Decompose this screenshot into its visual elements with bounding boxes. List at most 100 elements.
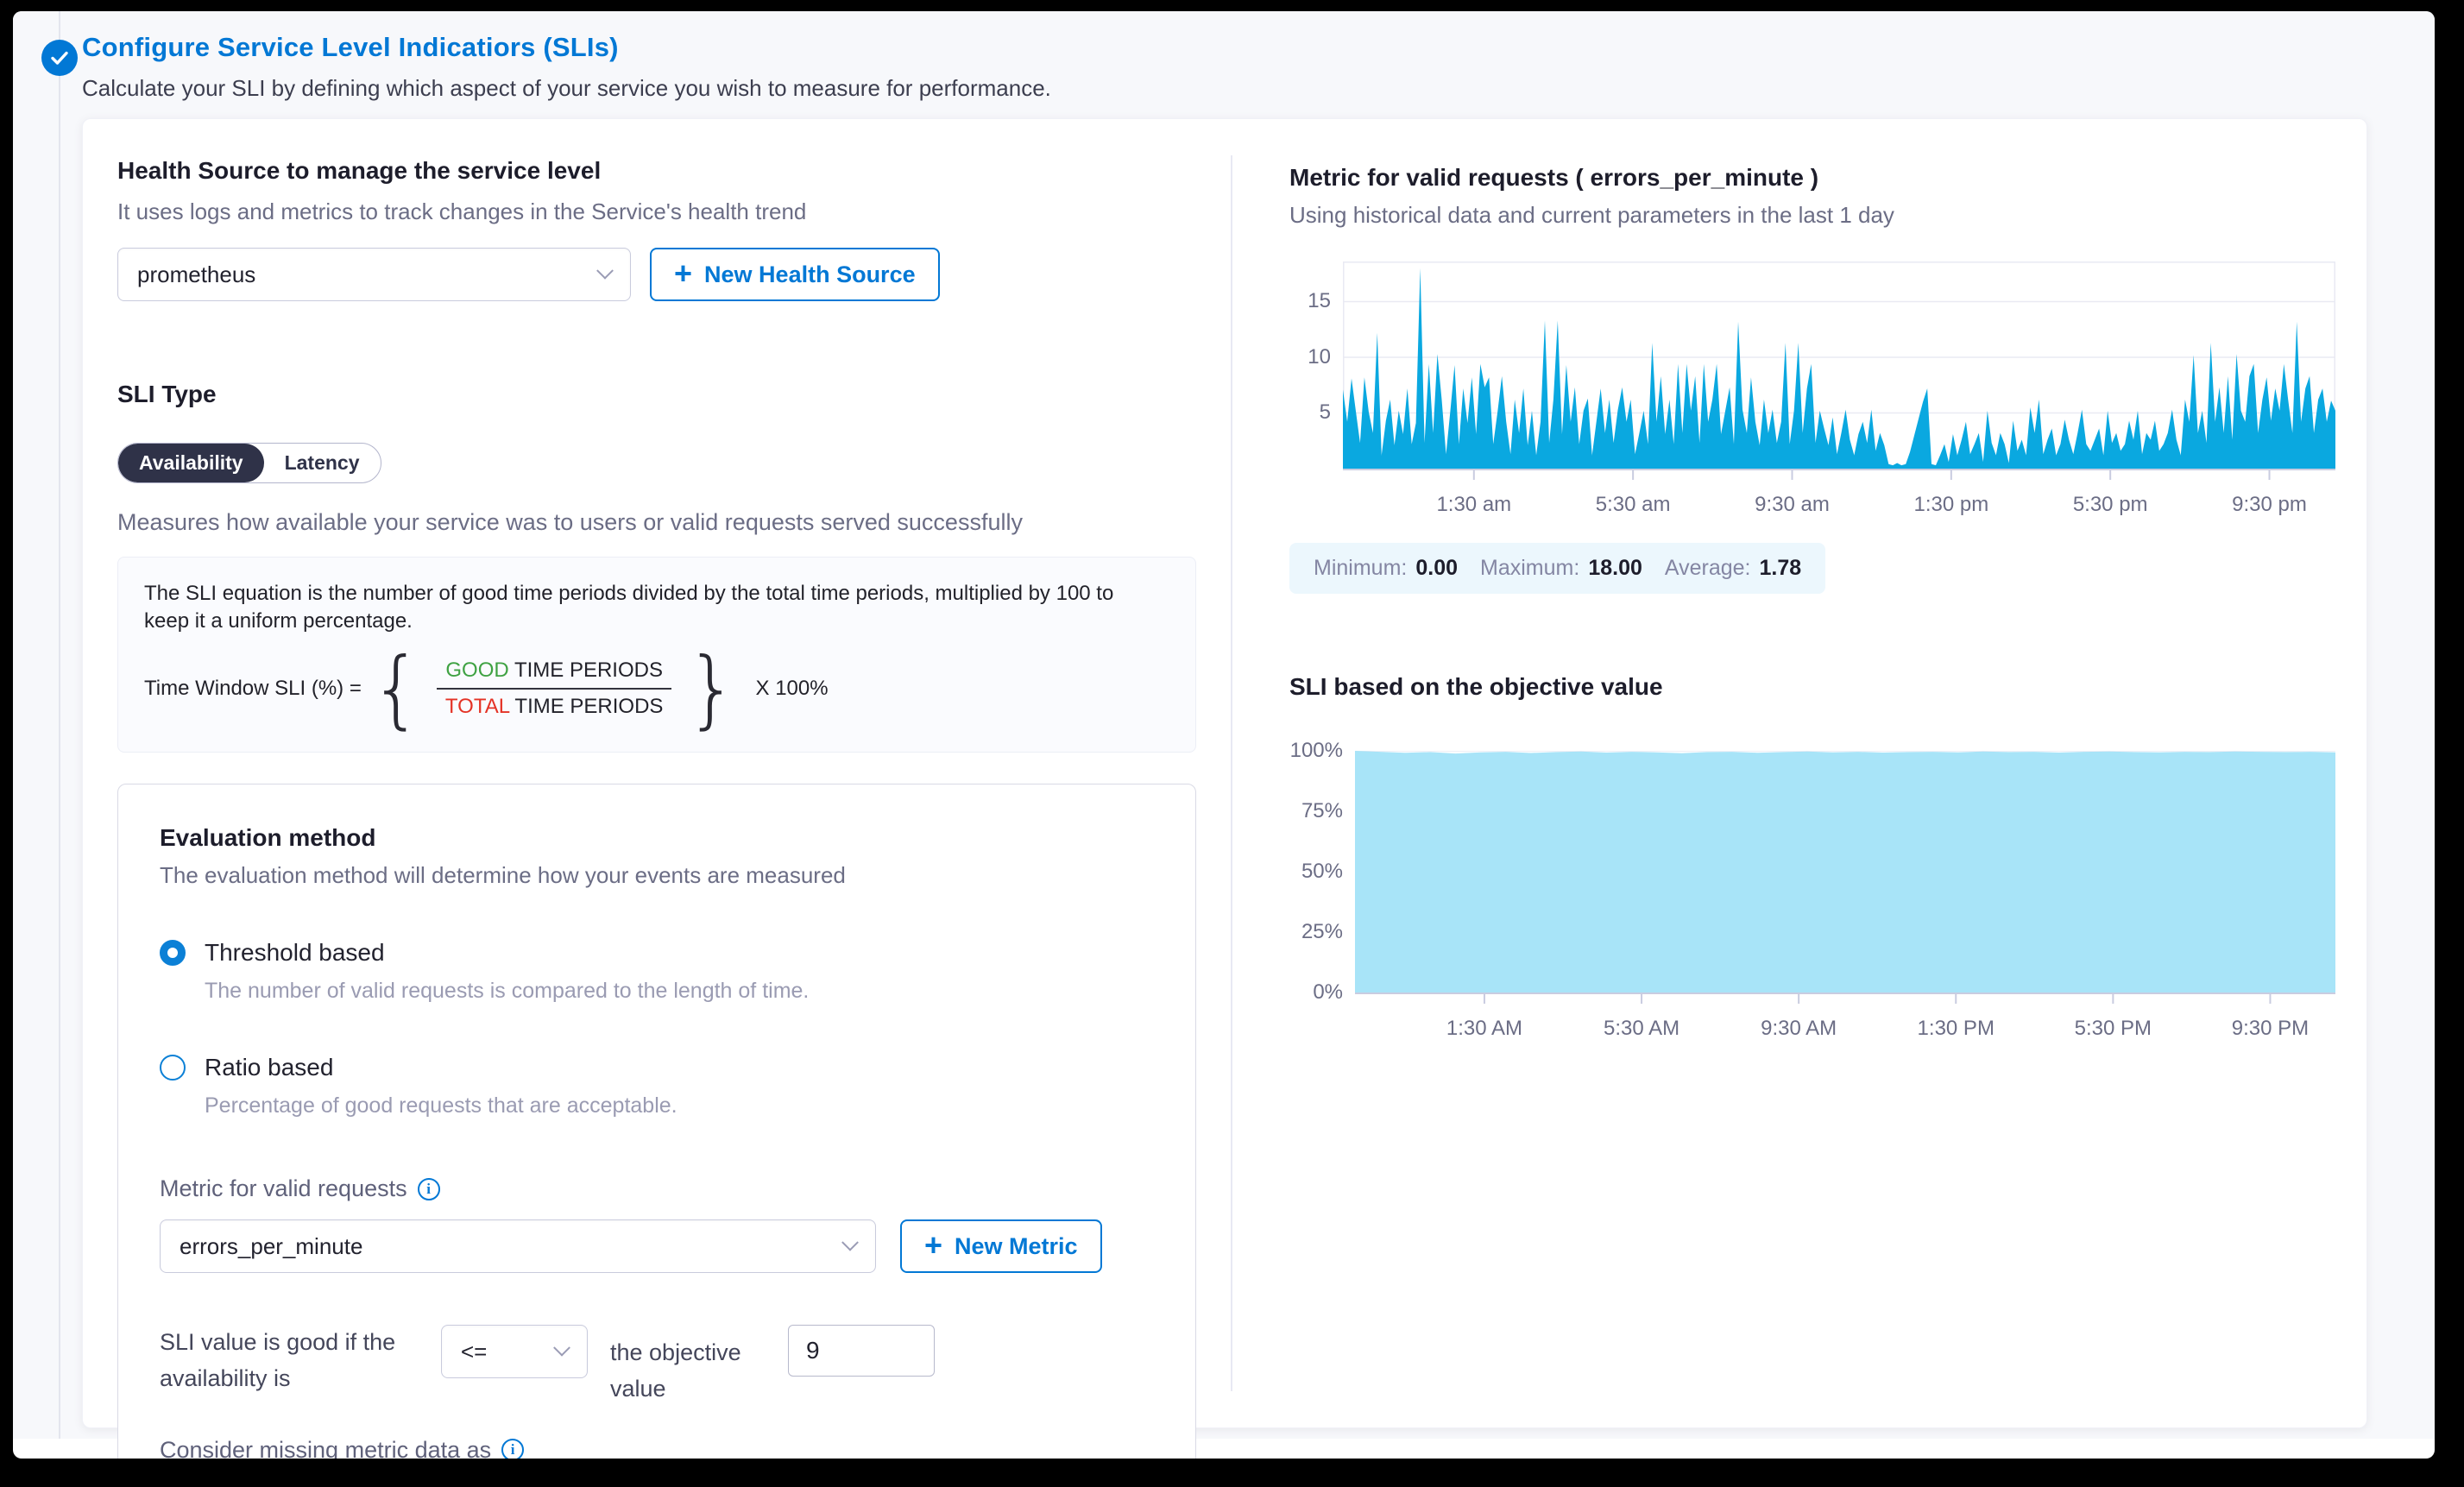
health-source-heading: Health Source to manage the service leve… [117,157,1196,185]
page-subtitle: Calculate your SLI by defining which asp… [82,75,1051,102]
page-title: Configure Service Level Indicatiors (SLI… [82,32,1051,63]
health-source-select[interactable]: prometheus [117,248,631,301]
metric-preview-heading: Metric for valid requests ( errors_per_m… [1289,164,2344,192]
denominator-rest: TIME PERIODS [509,695,663,718]
info-icon[interactable]: i [501,1439,524,1459]
operator-selected-value: <= [461,1339,487,1365]
evaluation-method-card: Evaluation method The evaluation method … [117,784,1196,1459]
config-column: Health Source to manage the service leve… [117,119,1196,1459]
health-source-selected-value: prometheus [137,261,255,288]
radio-selected-icon [160,940,186,966]
metric-preview-subtitle: Using historical data and current parame… [1289,202,2344,229]
metric-chart-plot [1343,261,2335,482]
average-label: Average: [1665,556,1751,581]
app-window: Configure Service Level Indicatiors (SLI… [13,11,2435,1459]
health-source-subtitle: It uses logs and metrics to track change… [117,198,1196,225]
threshold-based-radio[interactable]: Threshold based [160,939,1154,967]
operator-select[interactable]: <= [441,1325,588,1378]
y-tick-label: 25% [1301,920,1343,944]
average-value: 1.78 [1759,556,1801,581]
equation-lhs: Time Window SLI (%) = [144,677,362,701]
minimum-label: Minimum: [1314,556,1407,581]
x-tick-label: 9:30 PM [2232,1017,2309,1041]
equation-rhs: X 100% [756,677,829,701]
y-axis-labels: 0%25%50%75%100% [1289,751,1348,1055]
metric-selected-value: errors_per_minute [180,1233,362,1260]
info-icon[interactable]: i [418,1178,440,1200]
y-tick-label: 10 [1308,345,1331,369]
maximum-value: 18.00 [1588,556,1642,581]
right-brace: } [685,651,738,727]
new-health-source-button[interactable]: + New Health Source [650,248,940,301]
metric-for-valid-requests-label: Metric for valid requests i [160,1175,1154,1202]
y-tick-label: 100% [1290,739,1343,763]
minimum-value: 0.00 [1415,556,1458,581]
panel-divider [1231,155,1232,1391]
radio-unselected-icon [160,1055,186,1081]
x-tick-label: 1:30 PM [1918,1017,1995,1041]
ratio-based-radio[interactable]: Ratio based [160,1054,1154,1081]
metric-stats-bar: Minimum: 0.00 Maximum: 18.00 Average: 1.… [1289,543,1825,594]
y-tick-label: 15 [1308,289,1331,313]
x-tick-label: 9:30 am [1755,493,1830,517]
ratio-based-desc: Percentage of good requests that are acc… [205,1093,1154,1118]
threshold-based-label: Threshold based [205,939,385,967]
y-tick-label: 0% [1313,980,1343,1005]
missing-data-label-text: Consider missing metric data as [160,1437,491,1459]
maximum-label: Maximum: [1480,556,1579,581]
x-tick-label: 1:30 pm [1913,493,1988,517]
new-metric-button[interactable]: + New Metric [900,1219,1102,1273]
step-connector-line [59,11,60,1439]
missing-data-label: Consider missing metric data as i [160,1437,1154,1459]
equation-fraction: GOOD TIME PERIODS TOTAL TIME PERIODS [432,657,677,721]
y-tick-label: 50% [1301,860,1343,884]
x-tick-label: 9:30 pm [2232,493,2307,517]
objective-value-input[interactable] [788,1325,935,1377]
plus-icon: + [674,258,692,289]
step-complete-check-icon [41,40,78,76]
plus-icon: + [924,1230,942,1261]
evaluation-subtitle: The evaluation method will determine how… [160,862,1154,889]
x-tick-label: 1:30 AM [1446,1017,1522,1041]
left-brace: { [370,651,423,727]
chevron-down-icon [553,1339,570,1357]
numerator-rest: TIME PERIODS [509,658,663,682]
new-health-source-label: New Health Source [704,261,916,288]
sli-equation-text: The SLI equation is the number of good t… [144,580,1137,636]
y-tick-label: 75% [1301,799,1343,823]
ratio-based-label: Ratio based [205,1054,333,1081]
sli-type-option-availability[interactable]: Availability [118,444,264,482]
metric-preview-chart: 5 10 15 1:30 am 5:30 am 9:30 am 1:30 pm 5:30 p… [1289,261,2344,522]
x-tick-label: 5:30 PM [2075,1017,2152,1041]
evaluation-heading: Evaluation method [160,824,1154,852]
new-metric-label: New Metric [955,1233,1078,1260]
sli-type-heading: SLI Type [117,381,1196,408]
total-word: TOTAL [445,695,509,718]
x-tick-label: 5:30 AM [1604,1017,1679,1041]
objective-condition-label: SLI value is good if the availability is [160,1325,419,1397]
y-tick-label: 5 [1320,400,1331,425]
metric-label-text: Metric for valid requests [160,1175,407,1202]
good-word: GOOD [445,658,508,682]
preview-column: Metric for valid requests ( errors_per_m… [1289,119,2344,1055]
sli-type-description: Measures how available your service was … [117,509,1196,536]
objective-value-label: the objective value [610,1325,766,1408]
sli-objective-chart: 0%25%50%75%100% 1:30 AM5:30 AM9:30 AM1:3… [1289,751,2344,1055]
sli-type-toggle: Availability Latency [117,443,381,483]
chevron-down-icon [596,262,614,280]
x-axis-labels: 1:30 AM 5:30 AM 9:30 AM 1:30 PM 5:30 PM 9:30 … [1355,1010,2335,1044]
chevron-down-icon [841,1234,859,1251]
sli-chart-plot [1355,751,2335,1006]
x-tick-label: 1:30 am [1436,493,1511,517]
y-axis-labels: 5 10 15 [1289,261,1336,522]
sli-type-option-latency[interactable]: Latency [264,444,381,482]
metric-select[interactable]: errors_per_minute [160,1219,876,1273]
x-axis-labels: 1:30 am 5:30 am 9:30 am 1:30 pm 5:30 pm 9:30 … [1343,486,2335,520]
x-tick-label: 5:30 pm [2073,493,2148,517]
sli-equation-formula: Time Window SLI (%) = { GOOD TIME PERIOD… [144,652,1169,726]
x-tick-label: 5:30 am [1596,493,1671,517]
threshold-based-desc: The number of valid requests is compared… [205,979,1154,1004]
sli-config-card: Health Source to manage the service leve… [82,118,2367,1428]
x-tick-label: 9:30 AM [1761,1017,1837,1041]
sli-objective-heading: SLI based on the objective value [1289,673,2344,701]
